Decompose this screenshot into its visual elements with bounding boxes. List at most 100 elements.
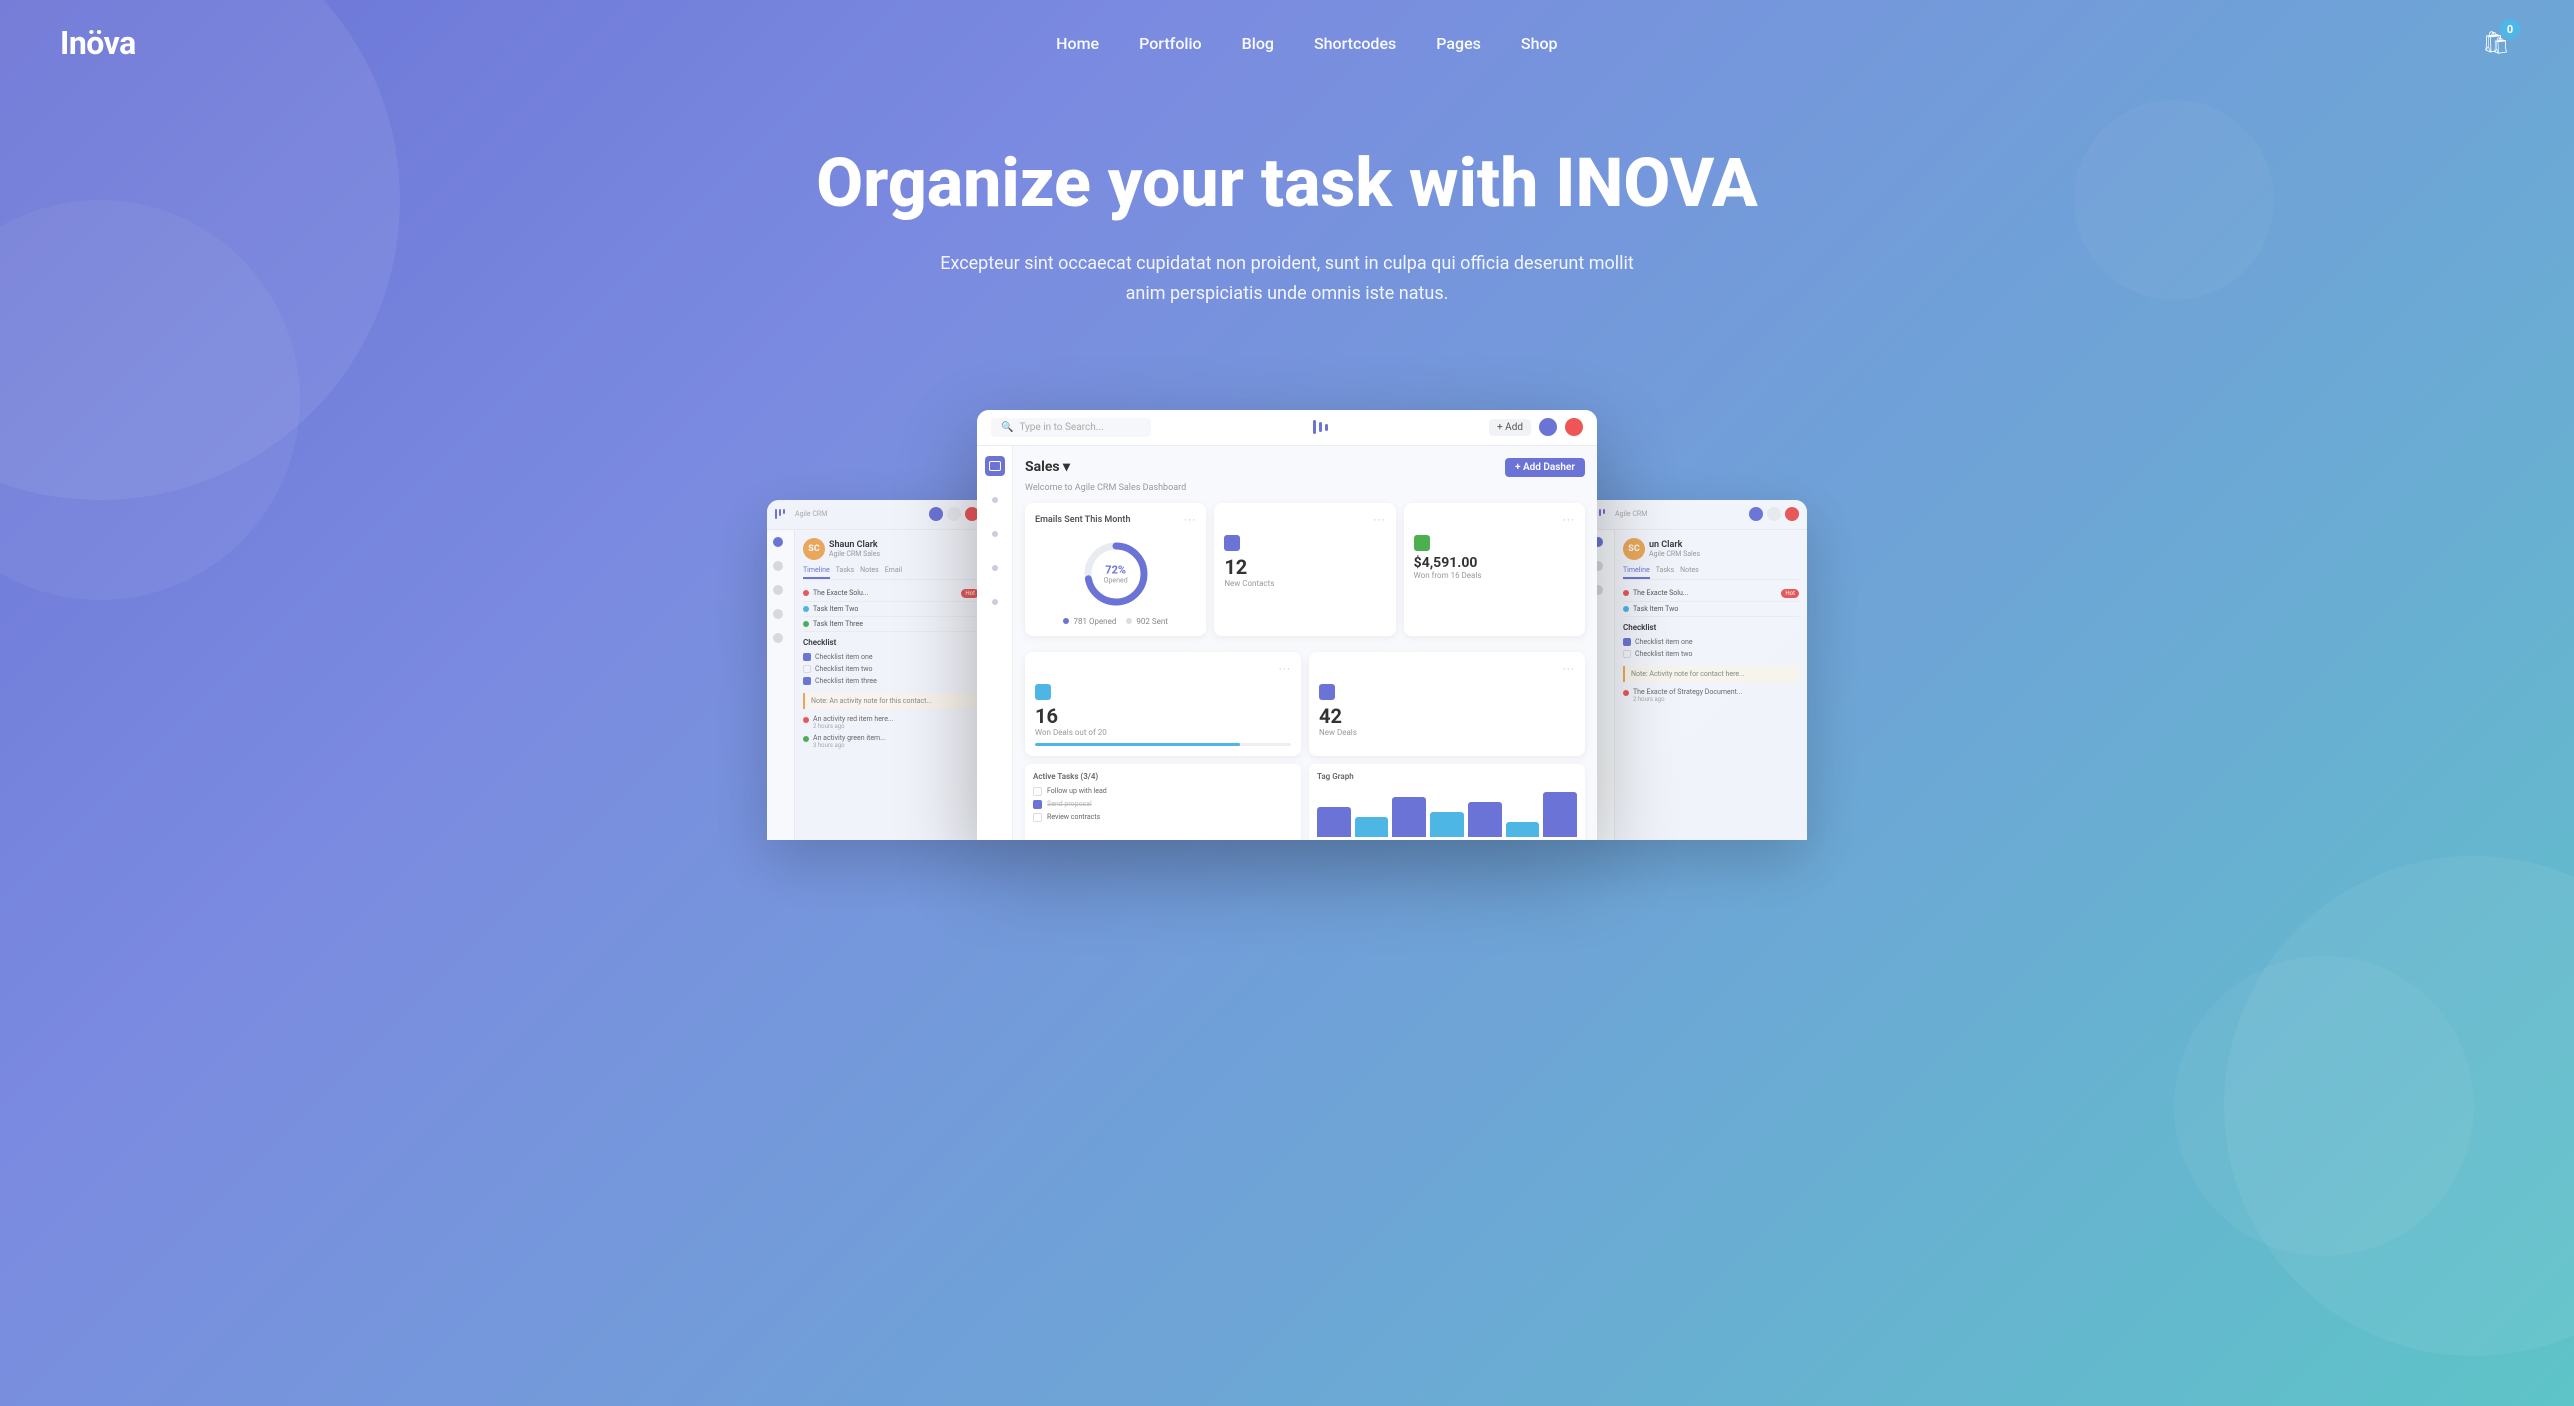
widget-deals-out-header: ··· bbox=[1035, 662, 1291, 676]
sp-nav-4 bbox=[767, 602, 794, 626]
sp-nav-dot-4 bbox=[773, 609, 783, 619]
deals-progress-bar bbox=[1035, 743, 1291, 746]
contacts-num-icon bbox=[1224, 535, 1240, 551]
dash-user-avatar[interactable] bbox=[1539, 418, 1557, 436]
widget-won-dots[interactable]: ··· bbox=[1563, 513, 1575, 527]
sidebar-icon-contacts[interactable] bbox=[985, 490, 1005, 510]
home-icon bbox=[989, 461, 1001, 471]
sp-topbar-right: Agile CRM bbox=[1587, 500, 1807, 530]
sidebar-icon-tasks[interactable] bbox=[985, 558, 1005, 578]
won-num-icon bbox=[1414, 535, 1430, 551]
donut-percentage: 72% bbox=[1104, 563, 1128, 576]
sp-check-item-2: Checklist item two bbox=[803, 663, 979, 675]
sp-act-text-2: An activity green item... bbox=[813, 734, 886, 742]
sp-tab-email[interactable]: Email bbox=[885, 566, 902, 579]
sp-nav-2 bbox=[767, 554, 794, 578]
dash-search[interactable]: 🔍 Type in to Search... bbox=[991, 418, 1151, 437]
sp-act-content-2: An activity green item... 3 hours ago bbox=[813, 734, 886, 749]
sp-activity-1: An activity red item here... 2 hours ago bbox=[803, 715, 979, 730]
sp-activity-2: An activity green item... 3 hours ago bbox=[803, 734, 979, 749]
sp-tab-tasks[interactable]: Tasks bbox=[836, 566, 854, 579]
add-dash-button[interactable]: + Add Dasher bbox=[1505, 458, 1585, 477]
nav-link-portfolio[interactable]: Portfolio bbox=[1139, 34, 1202, 53]
nav-link-blog[interactable]: Blog bbox=[1242, 34, 1274, 53]
nav-item-portfolio[interactable]: Portfolio bbox=[1139, 34, 1202, 53]
widget-contacts-dots[interactable]: ··· bbox=[1373, 513, 1385, 527]
dash-bottom-labels: Active Tasks (3/4) Follow up with lead S… bbox=[1025, 764, 1585, 840]
nav-link-home[interactable]: Home bbox=[1056, 34, 1099, 53]
donut-dot-sent bbox=[1126, 618, 1132, 624]
sp-right-tab-notes[interactable]: Notes bbox=[1680, 566, 1699, 579]
tasks-icon bbox=[992, 565, 998, 571]
sidebar-icon-reports[interactable] bbox=[985, 592, 1005, 612]
widget-won-deals: ··· $4,591.00 Won from 16 Deals bbox=[1404, 503, 1585, 636]
widget-new-contacts: ··· 12 New Contacts bbox=[1214, 503, 1395, 636]
sp-right-item-badge-1: Hot bbox=[1781, 589, 1799, 598]
task-text-3: Review contracts bbox=[1047, 813, 1100, 821]
nav-link-shop[interactable]: Shop bbox=[1521, 34, 1558, 53]
sp-right-tab-timeline[interactable]: Timeline bbox=[1623, 566, 1650, 579]
dash-topbar: 🔍 Type in to Search... + Add bbox=[977, 410, 1597, 446]
sp-right-checklist-title: Checklist bbox=[1623, 623, 1799, 632]
sp-right-act-content-1: The Exacte of Strategy Document... 2 hou… bbox=[1633, 688, 1742, 703]
sp-right-tabs: Timeline Tasks Notes bbox=[1623, 566, 1799, 580]
nav-link-shortcodes[interactable]: Shortcodes bbox=[1314, 34, 1396, 53]
sidebar-icon-deals[interactable] bbox=[985, 524, 1005, 544]
sp-right-item-dot-2 bbox=[1623, 606, 1629, 612]
widget-new-deals-num: 42 New Deals bbox=[1319, 684, 1575, 737]
sidebar-icon-home[interactable] bbox=[985, 456, 1005, 476]
sp-nav-5 bbox=[767, 626, 794, 650]
nav-item-blog[interactable]: Blog bbox=[1242, 34, 1274, 53]
nav-item-home[interactable]: Home bbox=[1056, 34, 1099, 53]
sp-right-check-text-2: Checklist item two bbox=[1635, 650, 1693, 658]
sp-logo-left bbox=[775, 509, 785, 519]
task-checkbox-1 bbox=[1033, 787, 1042, 796]
sp-checkbox-3 bbox=[803, 677, 811, 685]
donut-sent-text: 902 Sent bbox=[1136, 617, 1168, 626]
dashboard-mockup: Agile CRM SC bbox=[0, 410, 2574, 840]
widget-new-deals-dots[interactable]: ··· bbox=[1563, 662, 1575, 676]
sp-right-topbar-actions bbox=[1749, 507, 1799, 521]
sp-right-name: un Clark bbox=[1649, 540, 1700, 550]
dash-notifications[interactable] bbox=[1565, 418, 1583, 436]
sp-right-role: Agile CRM Sales bbox=[1649, 550, 1700, 558]
cart-button[interactable]: 🛍 0 bbox=[2478, 25, 2514, 61]
sp-content-left: SC Shaun Clark Agile CRM Sales Timeline … bbox=[795, 530, 987, 840]
sp-checkbox-2 bbox=[803, 665, 811, 673]
bar-chart bbox=[1317, 787, 1577, 837]
side-panel-right: Agile CRM SC un Clark bbox=[1587, 500, 1807, 840]
sp-tab-timeline[interactable]: Timeline bbox=[803, 566, 830, 579]
sp-right-action-1 bbox=[1749, 507, 1763, 521]
sp-check-item-1: Checklist item one bbox=[803, 651, 979, 663]
brand-logo[interactable]: Inöva bbox=[60, 24, 136, 62]
sp-item-text-1: The Exacte Solu... bbox=[813, 589, 957, 597]
nav-item-shop[interactable]: Shop bbox=[1521, 34, 1558, 53]
sp-right-action-3 bbox=[1785, 507, 1799, 521]
sp-nav-3 bbox=[767, 578, 794, 602]
sp-right-list-item-2: Task Item Two bbox=[1623, 602, 1799, 617]
widget-emails-dots[interactable]: ··· bbox=[1184, 513, 1196, 527]
widget-won-header: ··· bbox=[1414, 513, 1575, 527]
nav-item-shortcodes[interactable]: Shortcodes bbox=[1314, 34, 1396, 53]
sp-right-profile-info: un Clark Agile CRM Sales bbox=[1649, 540, 1700, 558]
contacts-num-label: New Contacts bbox=[1224, 579, 1385, 588]
sp-right-checklist: Checklist Checklist item one Checklist i… bbox=[1623, 623, 1799, 660]
nav-link-pages[interactable]: Pages bbox=[1436, 34, 1481, 53]
donut-container: 72% Opened bbox=[1081, 539, 1151, 609]
hero-subtitle: Excepteur sint occaecat cupidatat non pr… bbox=[937, 249, 1637, 310]
sp-tab-notes[interactable]: Notes bbox=[860, 566, 879, 579]
bar-1 bbox=[1317, 807, 1351, 837]
widget-deals-out-dots[interactable]: ··· bbox=[1279, 662, 1291, 676]
sp-checklist: Checklist Checklist item one Checklist i… bbox=[803, 638, 979, 687]
dash-add-btn[interactable]: + Add bbox=[1489, 419, 1531, 436]
donut-stat-sent: 902 Sent bbox=[1126, 617, 1168, 626]
sp-activity: An activity red item here... 2 hours ago… bbox=[803, 715, 979, 749]
sp-right-check-1: Checklist item one bbox=[1623, 636, 1799, 648]
bar-3 bbox=[1392, 797, 1426, 837]
sp-right-tab-tasks[interactable]: Tasks bbox=[1656, 566, 1674, 579]
sp-right-logo-bar-3 bbox=[1603, 509, 1605, 514]
dash-logo-bar-1 bbox=[1313, 420, 1316, 434]
sp-nav-dot-2 bbox=[773, 561, 783, 571]
nav-item-pages[interactable]: Pages bbox=[1436, 34, 1481, 53]
navbar: Inöva Home Portfolio Blog Shortcodes Pag… bbox=[0, 0, 2574, 86]
